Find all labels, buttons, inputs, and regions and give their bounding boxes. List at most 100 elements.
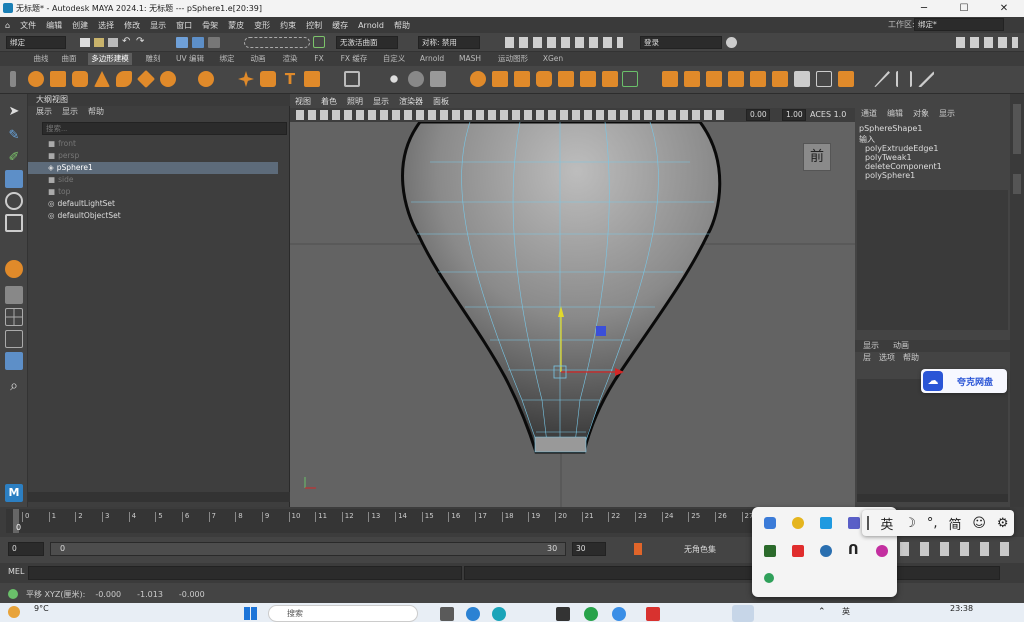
- combine-icon[interactable]: [344, 71, 360, 87]
- outliner-item-default-light-set[interactable]: ◎ defaultLightSet: [48, 198, 115, 210]
- vp-menu-renderer[interactable]: 渲染器: [394, 96, 428, 107]
- tray-app-icon[interactable]: [820, 517, 832, 529]
- sweep-mesh-icon[interactable]: [238, 71, 254, 87]
- maya-home-icon[interactable]: M: [5, 484, 23, 502]
- tray-app-icon[interactable]: [848, 517, 860, 529]
- tray-app-icon[interactable]: [792, 545, 804, 557]
- quad-draw-icon[interactable]: [896, 71, 912, 87]
- poly-cube-icon[interactable]: [50, 71, 66, 87]
- shelf-tab-sculpt[interactable]: 雕刻: [140, 53, 166, 65]
- four-pane-icon[interactable]: [5, 308, 23, 326]
- poly-sphere-icon[interactable]: [28, 71, 44, 87]
- outliner-menu-display[interactable]: 展示: [36, 106, 52, 118]
- channel-menu-channels[interactable]: 通道: [861, 108, 877, 120]
- shelf-tab-surfaces[interactable]: 曲面: [56, 53, 82, 65]
- menu-create[interactable]: 创建: [67, 20, 93, 31]
- unfold-icon[interactable]: [772, 71, 788, 87]
- viewport-tool-icons[interactable]: [296, 110, 726, 120]
- taskbar-maya-icon[interactable]: [732, 605, 754, 622]
- windows-start-icon[interactable]: [244, 607, 257, 620]
- shelf-tab-polygon[interactable]: 多边形建模: [88, 53, 132, 65]
- cut-uv-icon[interactable]: [728, 71, 744, 87]
- auto-map-icon[interactable]: [706, 71, 722, 87]
- outliner-item-default-object-set[interactable]: ◎ defaultObjectSet: [48, 210, 121, 222]
- shelf-tab-curves[interactable]: 曲线: [28, 53, 54, 65]
- shelf-tab-arnold[interactable]: Arnold: [416, 53, 448, 65]
- search-icon[interactable]: ⌕: [5, 378, 23, 396]
- save-scene-icon[interactable]: [108, 38, 118, 47]
- minimize-button[interactable]: ─: [904, 0, 944, 17]
- outliner-item-persp[interactable]: ■ persp: [48, 150, 79, 162]
- paint-select-icon[interactable]: ✐: [5, 150, 23, 168]
- tray-app-icon[interactable]: [764, 545, 776, 557]
- planar-map-icon[interactable]: [684, 71, 700, 87]
- move-tool-icon[interactable]: [5, 170, 23, 188]
- poly-plane-icon[interactable]: [136, 69, 156, 89]
- select-tool-icon[interactable]: ➤: [5, 104, 23, 122]
- task-view-icon[interactable]: [440, 607, 454, 621]
- view-cube-front[interactable]: 前: [803, 143, 831, 171]
- weather-temp[interactable]: 9°C: [34, 604, 49, 613]
- menu-control[interactable]: 控制: [301, 20, 327, 31]
- kuake-widget[interactable]: ☁ 夸克网盘: [921, 369, 1007, 393]
- outliner-item-front[interactable]: ■ front: [48, 138, 76, 150]
- menu-constrain[interactable]: 约束: [275, 20, 301, 31]
- shelf-tab-custom[interactable]: 自定义: [378, 53, 410, 65]
- taskbar-app-icon[interactable]: [492, 607, 506, 621]
- shell-icon[interactable]: [838, 71, 854, 87]
- tray-app-icon[interactable]: [876, 545, 888, 557]
- symmetry-select[interactable]: 对称: 禁用: [418, 36, 480, 49]
- outliner-menu-show[interactable]: 显示: [62, 106, 78, 118]
- input-poly-tweak[interactable]: polyTweak1: [865, 153, 912, 162]
- rotate-tool-icon[interactable]: [5, 192, 23, 210]
- vp-menu-panels[interactable]: 面板: [428, 96, 454, 107]
- lasso-tool-icon[interactable]: ✎: [5, 128, 23, 146]
- menu-windows[interactable]: 窗口: [171, 20, 197, 31]
- menu-help[interactable]: 帮助: [389, 20, 415, 31]
- sculpt-brush-icon[interactable]: [918, 71, 934, 87]
- target-weld-icon[interactable]: [602, 71, 618, 87]
- shelf-tab-fx-cache[interactable]: FX 缓存: [336, 53, 372, 65]
- taskbar-search[interactable]: 搜索: [268, 605, 418, 622]
- channel-menu-object[interactable]: 对象: [913, 108, 929, 120]
- menu-deform[interactable]: 变形: [249, 20, 275, 31]
- login-select[interactable]: 登录: [640, 36, 722, 49]
- magnet-icon[interactable]: [313, 36, 325, 48]
- append-polygon-icon[interactable]: [536, 71, 552, 87]
- poly-disc-icon[interactable]: [160, 71, 176, 87]
- outliner-item-psphere1[interactable]: ◈ pSphere1: [28, 162, 278, 174]
- single-pane-icon[interactable]: [5, 286, 23, 304]
- channel-scrollbar[interactable]: [857, 494, 1008, 502]
- channel-node-name[interactable]: pSphereShape1: [859, 124, 922, 133]
- reduce-icon[interactable]: [430, 71, 446, 87]
- color-space-label[interactable]: ACES 1.0: [810, 110, 846, 119]
- menu-skeleton[interactable]: 骨架: [197, 20, 223, 31]
- moon-icon[interactable]: ☽: [904, 516, 916, 531]
- workspace-select[interactable]: 绑定*: [914, 18, 1004, 31]
- panel-toggle-icons[interactable]: [956, 37, 1018, 48]
- shelf-tab-uv[interactable]: UV 编辑: [172, 53, 208, 65]
- end-time-field[interactable]: 30: [572, 542, 606, 556]
- shelf-menu-icon[interactable]: [10, 71, 16, 87]
- input-delete-component[interactable]: deleteComponent1: [865, 162, 942, 171]
- channel-menu-show[interactable]: 显示: [939, 108, 955, 120]
- select-hierarchy-icon[interactable]: [176, 37, 188, 48]
- gear-icon[interactable]: ⚙: [997, 516, 1009, 531]
- input-poly-sphere[interactable]: polySphere1: [865, 171, 915, 180]
- menu-cache[interactable]: 缓存: [327, 20, 353, 31]
- gamma-field[interactable]: 1.00: [782, 109, 806, 121]
- home-icon[interactable]: ⌂: [0, 21, 15, 30]
- open-scene-icon[interactable]: [94, 38, 104, 47]
- smiley-icon[interactable]: ☺: [972, 516, 986, 531]
- ime-punct-toggle[interactable]: °,: [927, 516, 938, 531]
- svg-tool-icon[interactable]: [304, 71, 320, 87]
- vp-menu-view[interactable]: 视图: [290, 96, 316, 107]
- outliner-pane-icon[interactable]: [5, 352, 23, 370]
- range-slider[interactable]: [50, 542, 566, 556]
- render-icons[interactable]: [505, 37, 623, 48]
- mel-input[interactable]: [28, 566, 462, 580]
- shelf-tab-mash[interactable]: MASH: [454, 53, 486, 65]
- playback-option-icons[interactable]: [900, 542, 1018, 556]
- ime-mode-toggle[interactable]: 简: [948, 514, 961, 533]
- layer-tab-anim[interactable]: 动画: [893, 340, 909, 352]
